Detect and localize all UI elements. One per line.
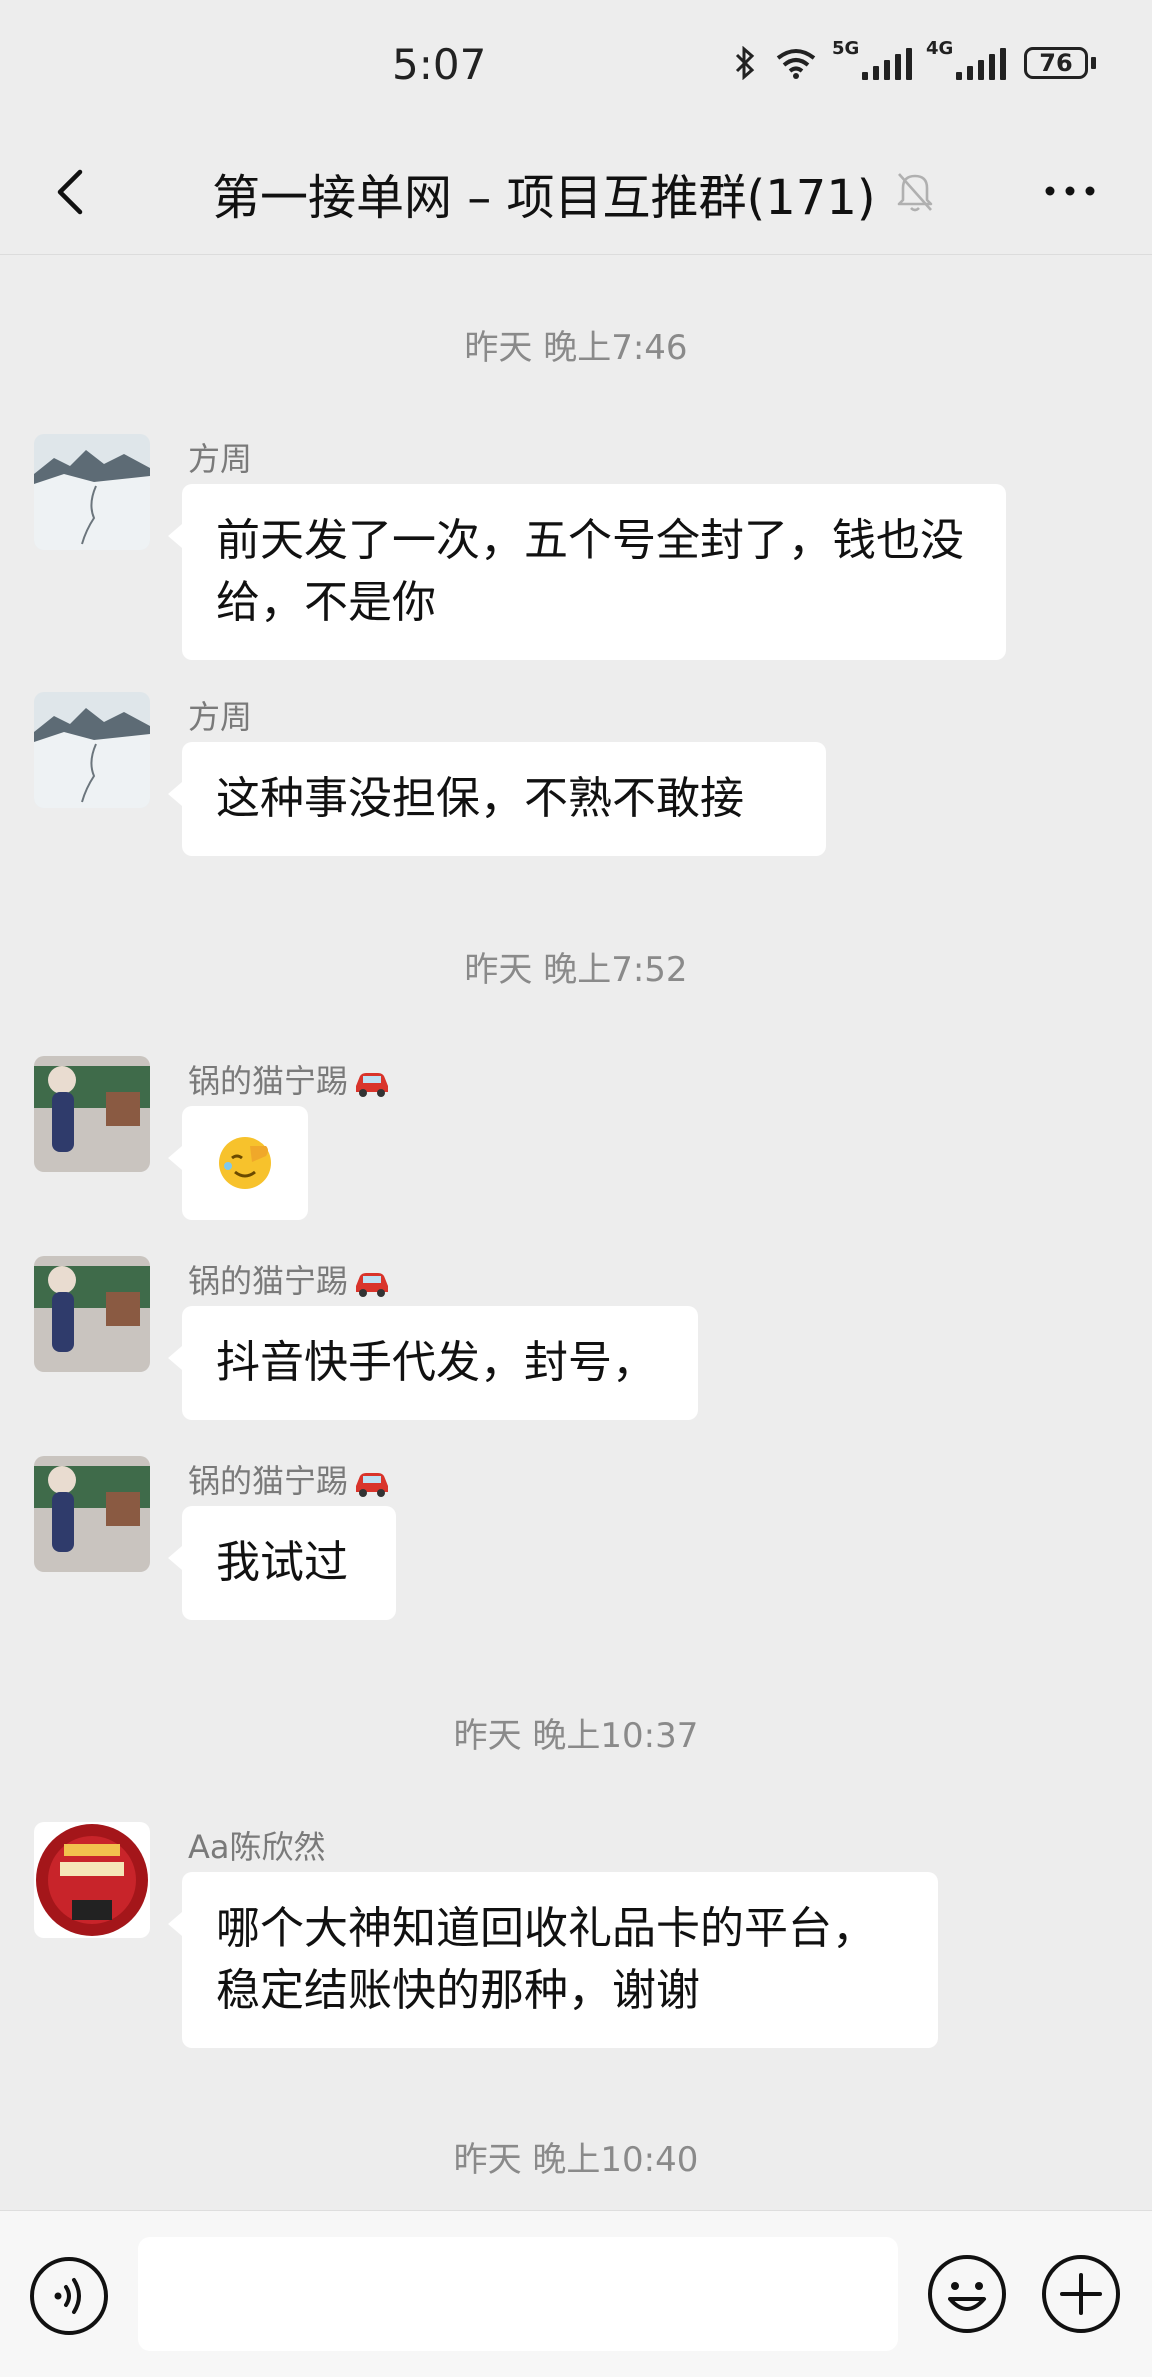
voice-icon[interactable]: [28, 2255, 110, 2337]
sender-name: Aa陈欣然: [188, 1828, 326, 1866]
message-bubble[interactable]: 我试过: [168, 1506, 396, 1620]
avatar[interactable]: [34, 1256, 150, 1372]
avatar[interactable]: [34, 1822, 150, 1938]
wifi-icon: [776, 49, 816, 79]
status-icons: 5G 4G 76: [734, 38, 1096, 80]
message-bubble[interactable]: 前天发了一次，五个号全封了，钱也没给，不是你: [168, 484, 1006, 660]
car-emoji-icon: [356, 1473, 389, 1497]
plus-icon[interactable]: [1040, 2253, 1122, 2335]
sender-name-text: 锅的猫宁踢: [188, 1062, 349, 1100]
sender-name: 锅的猫宁踢: [188, 1456, 392, 1502]
input-bar: [0, 2210, 1152, 2377]
battery-icon: 76: [1024, 47, 1096, 79]
sender-name-text: 锅的猫宁踢: [188, 1462, 349, 1500]
sender-name: 锅的猫宁踢: [188, 1056, 392, 1102]
message-bubble[interactable]: 这种事没担保，不熟不敢接: [168, 742, 826, 856]
sender-name: 方周: [188, 440, 253, 478]
signal-5g-icon: 5G: [832, 38, 912, 80]
avatar[interactable]: [34, 1056, 150, 1172]
time-separator: 昨天 晚上10:40: [453, 2140, 699, 2180]
back-icon[interactable]: [44, 164, 100, 220]
more-icon[interactable]: [1040, 166, 1100, 216]
avatar[interactable]: [34, 692, 150, 808]
status-time: 5:07: [392, 40, 487, 89]
emoji-icon[interactable]: [926, 2253, 1008, 2335]
mute-bell-icon: [897, 173, 933, 212]
network-4g-label: 4G: [926, 38, 954, 59]
avatar[interactable]: [34, 434, 150, 550]
chat-header: 第一接单网 – 项目互推群(171): [0, 130, 1152, 255]
sender-name-text: 锅的猫宁踢: [188, 1262, 349, 1300]
time-separator: 昨天 晚上7:46: [464, 328, 688, 368]
sender-name: 锅的猫宁踢: [188, 1256, 392, 1302]
avatar[interactable]: [34, 1456, 150, 1572]
time-separator: 昨天 晚上10:37: [453, 1716, 699, 1756]
sender-name: 方周: [188, 698, 253, 736]
status-bar: 5:07 5G 4G 76: [0, 0, 1152, 130]
battery-level: 76: [1024, 47, 1088, 79]
bluetooth-icon: [735, 46, 755, 80]
message-bubble[interactable]: 哪个大神知道回收礼品卡的平台，稳定结账快的那种，谢谢: [168, 1872, 938, 2048]
car-emoji-icon: [356, 1273, 389, 1297]
time-separator: 昨天 晚上7:52: [464, 950, 688, 990]
message-bubble[interactable]: [168, 1106, 308, 1220]
message-bubble[interactable]: 抖音快手代发，封号，: [168, 1306, 698, 1420]
facepalm-emoji-icon: [219, 1137, 271, 1189]
car-emoji-icon: [356, 1073, 389, 1097]
chat-title: 第一接单网 – 项目互推群(171): [212, 170, 876, 226]
signal-4g-icon: 4G: [926, 38, 1006, 80]
message-input[interactable]: [138, 2237, 898, 2351]
network-5g-label: 5G: [832, 38, 860, 59]
